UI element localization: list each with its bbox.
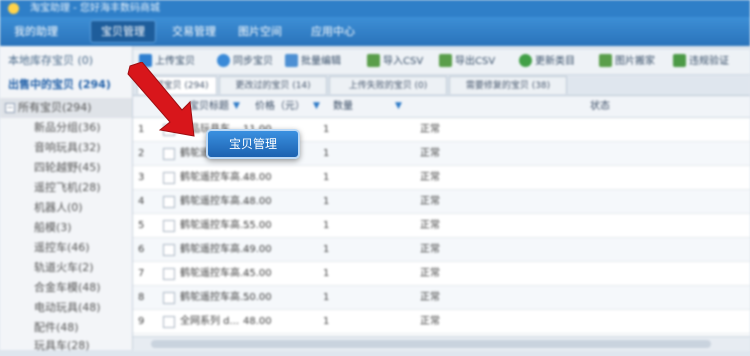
nav-tab-image-space[interactable]: 图片空间 <box>232 20 288 43</box>
table-row[interactable]: 6 鹤鸵遥控车高... 49.00 1 正常 <box>133 238 750 262</box>
window-title: 淘宝助理 - 您好海丰数码商城 <box>30 3 160 14</box>
title-bar: 淘宝助理 - 您好海丰数码商城 <box>0 0 750 17</box>
category-item[interactable]: 新品分组(36) <box>0 118 132 138</box>
row-checkbox[interactable] <box>163 148 175 160</box>
sync-icon <box>217 54 230 67</box>
table-row[interactable]: 4 鹤鸵遥控车高... 48.00 1 正常 <box>133 190 750 214</box>
category-label: 所有宝贝(294) <box>18 101 92 114</box>
table-header: 宝贝标题 ▼ 价格（元） ▼ 数量 ▼ 状态 <box>133 96 750 118</box>
collapse-icon[interactable]: − <box>5 103 15 113</box>
tab-fix-needed-items[interactable]: 需要修复的宝贝 (38) <box>449 76 567 94</box>
refresh-icon <box>519 54 532 67</box>
category-item[interactable]: 音响玩具(32) <box>0 138 132 158</box>
app-logo-icon <box>8 3 19 14</box>
item-management-callout[interactable]: 宝贝管理 <box>206 129 300 159</box>
sort-icon[interactable]: ▼ <box>313 96 320 117</box>
header-quantity[interactable]: 数量 <box>333 96 353 117</box>
category-item[interactable]: 机器人(0) <box>0 198 132 218</box>
category-item-all[interactable]: − 所有宝贝(294) <box>0 98 132 118</box>
item-filter-tabs: 全部宝贝 (294) 更改过的宝贝 (14) 上传失败的宝贝 (0) 需要修复的… <box>133 76 750 96</box>
edit-icon <box>285 54 298 67</box>
table-row[interactable]: 9 全网系列 d... 48.00 1 正常 <box>133 310 750 334</box>
table-row[interactable]: 7 鹤鸵遥控车高... 45.00 1 正常 <box>133 262 750 286</box>
tab-failed-items[interactable]: 上传失败的宝贝 (0) <box>329 76 447 94</box>
horizontal-scrollbar[interactable] <box>133 336 750 351</box>
row-checkbox[interactable] <box>163 220 175 232</box>
sidebar-on-sale[interactable]: 出售中的宝贝 (294) <box>0 74 132 96</box>
batch-edit-button[interactable]: 批量编辑 <box>285 53 341 71</box>
row-checkbox[interactable] <box>163 244 175 256</box>
category-item[interactable]: 电动玩具(48) <box>0 298 132 318</box>
nav-tab-app-center[interactable]: 应用中心 <box>305 20 361 43</box>
export-csv-button[interactable]: 导出CSV <box>439 53 495 71</box>
table-row[interactable]: 3 鹤鸵遥控车高... 48.00 1 正常 <box>133 166 750 190</box>
sort-icon[interactable]: ▼ <box>233 96 240 117</box>
header-status[interactable]: 状态 <box>590 96 610 117</box>
category-item[interactable]: 遥控飞机(28) <box>0 178 132 198</box>
red-arrow-icon <box>127 62 195 137</box>
update-category-button[interactable]: 更新类目 <box>519 53 575 71</box>
row-checkbox[interactable] <box>163 316 175 328</box>
sidebar-local-library[interactable]: 本地库存宝贝 (0) <box>0 50 132 72</box>
row-checkbox[interactable] <box>163 292 175 304</box>
header-price[interactable]: 价格（元） <box>255 96 305 117</box>
nav-tab-item-management[interactable]: 宝贝管理 <box>90 20 156 43</box>
sort-icon[interactable]: ▼ <box>395 96 402 117</box>
category-item[interactable]: 合金车模(48) <box>0 278 132 298</box>
sidebar: 本地库存宝贝 (0) 出售中的宝贝 (294) − 所有宝贝(294) 新品分组… <box>0 46 133 352</box>
image-move-button[interactable]: 图片搬家 <box>599 53 655 71</box>
category-item[interactable]: 船模(3) <box>0 218 132 238</box>
export-icon <box>439 54 452 67</box>
table-row[interactable]: 5 鹤鸵遥控车高... 55.00 1 正常 <box>133 214 750 238</box>
tab-changed-items[interactable]: 更改过的宝贝 (14) <box>219 76 327 94</box>
table-row[interactable]: 8 鹤鸵遥控车高... 50.00 1 正常 <box>133 286 750 310</box>
nav-tab-trade-management[interactable]: 交易管理 <box>166 20 222 43</box>
sync-item-button[interactable]: 同步宝贝 <box>217 53 273 71</box>
import-csv-button[interactable]: 导入CSV <box>367 53 423 71</box>
toolbar: 上传宝贝 同步宝贝 批量编辑 导入CSV 导出CSV 更新类目 图片搬家 违规验… <box>133 50 750 75</box>
check-icon <box>673 54 686 67</box>
image-icon <box>599 54 612 67</box>
category-item[interactable]: 玩具车(28) <box>0 336 132 356</box>
app-window: 淘宝助理 - 您好海丰数码商城 我的助理 宝贝管理 交易管理 图片空间 应用中心… <box>0 0 750 352</box>
row-checkbox[interactable] <box>163 268 175 280</box>
violation-check-button[interactable]: 违规验证 <box>673 53 729 71</box>
category-item[interactable]: 轨道火车(2) <box>0 258 132 278</box>
nav-tab-my-assistant[interactable]: 我的助理 <box>8 20 64 43</box>
category-item[interactable]: 配件(48) <box>0 318 132 338</box>
row-checkbox[interactable] <box>163 196 175 208</box>
category-item[interactable]: 四轮越野(45) <box>0 158 132 178</box>
import-icon <box>367 54 380 67</box>
row-checkbox[interactable] <box>163 172 175 184</box>
scrollbar-thumb[interactable] <box>151 340 711 348</box>
main-nav: 我的助理 宝贝管理 交易管理 图片空间 应用中心 <box>0 17 750 46</box>
category-item[interactable]: 遥控车(46) <box>0 238 132 258</box>
